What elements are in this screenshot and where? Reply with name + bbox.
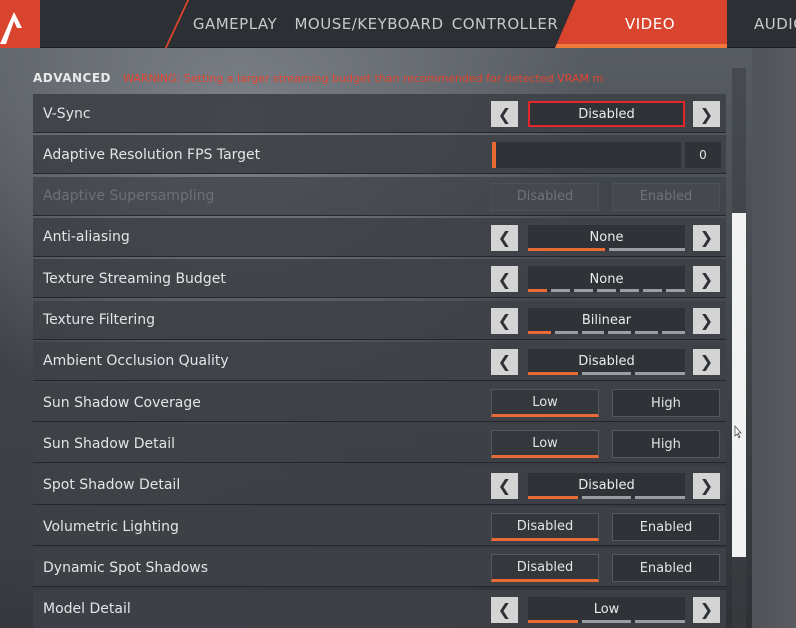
- setting-label: Ambient Occlusion Quality: [43, 353, 229, 370]
- tab-audio[interactable]: AUDIO: [740, 0, 796, 48]
- chevron-right-icon[interactable]: ❯: [693, 266, 720, 293]
- tab-video[interactable]: VIDEO: [555, 0, 727, 48]
- setting-label: Adaptive Supersampling: [43, 188, 215, 205]
- value-tick: [528, 371, 578, 375]
- option-disabled-button[interactable]: Disabled: [491, 554, 599, 583]
- value-tick: [620, 289, 639, 293]
- setting-row-adaptive-resolution-fps-target: Adaptive Resolution FPS Target 0: [33, 135, 726, 175]
- setting-row-volumetric-lighting: Volumetric Lighting Disabled Enabled: [33, 507, 726, 546]
- value-tick: [528, 247, 605, 251]
- setting-label: Adaptive Resolution FPS Target: [43, 146, 261, 163]
- setting-label: Model Detail: [43, 601, 131, 618]
- setting-row-dynamic-spot-shadows: Dynamic Spot Shadows Disabled Enabled: [33, 548, 726, 588]
- value-tick: [635, 330, 659, 334]
- value-tick: [581, 495, 632, 499]
- value-tick: [597, 289, 616, 293]
- value-tick: [608, 330, 632, 334]
- warning-text: WARNING: Setting a larger streaming budg…: [123, 71, 604, 85]
- section-header: ADVANCED WARNING: Setting a larger strea…: [33, 68, 726, 88]
- side-backdrop: [752, 48, 796, 628]
- mouse-cursor-icon: [734, 425, 742, 439]
- tab-mouse-keyboard[interactable]: MOUSE/KEYBOARD: [294, 0, 443, 48]
- value-tick: [528, 495, 578, 499]
- chevron-left-icon[interactable]: ❮: [491, 101, 518, 127]
- setting-label: Anti-aliasing: [43, 229, 130, 246]
- setting-label: Spot Shadow Detail: [43, 477, 181, 494]
- option-enabled-button[interactable]: Enabled: [612, 554, 720, 583]
- setting-row-texture-filtering: Texture Filtering ❮ Bilinear ❯: [33, 300, 726, 340]
- setting-row-v-sync: V-Sync ❮ Disabled ❯: [33, 94, 726, 133]
- value-tick: [666, 289, 685, 293]
- chevron-left-icon[interactable]: ❮: [491, 224, 518, 251]
- value-tick: [635, 619, 686, 623]
- setting-row-sun-shadow-detail: Sun Shadow Detail Low High: [33, 424, 726, 464]
- option-disabled-button[interactable]: Disabled: [491, 513, 599, 541]
- value-tick: [581, 371, 632, 375]
- settings-panel: ADVANCED WARNING: Setting a larger strea…: [33, 68, 726, 628]
- value-tick: [643, 289, 662, 293]
- value-ticks: [528, 247, 685, 251]
- value-tick: [528, 289, 547, 293]
- value-ticks: [528, 619, 686, 623]
- value-ticks: [528, 495, 686, 499]
- section-title: ADVANCED: [33, 71, 112, 85]
- setting-label: Volumetric Lighting: [43, 518, 179, 535]
- value-tick: [554, 330, 578, 334]
- setting-row-ambient-occlusion-quality: Ambient Occlusion Quality ❮ Disabled ❯: [33, 341, 726, 381]
- setting-label: Dynamic Spot Shadows: [43, 559, 209, 576]
- setting-row-sun-shadow-coverage: Sun Shadow Coverage Low High: [33, 383, 726, 423]
- setting-row-texture-streaming-budget: Texture Streaming Budget ❮ None ❯: [33, 259, 726, 299]
- chevron-right-icon[interactable]: ❯: [693, 348, 720, 375]
- setting-row-adaptive-supersampling: Adaptive Supersampling Disabled Enabled: [33, 176, 726, 216]
- value-tick: [662, 330, 685, 334]
- option-enabled-button: Enabled: [612, 182, 720, 211]
- chevron-left-icon[interactable]: ❮: [491, 472, 518, 499]
- value-tick: [581, 619, 632, 623]
- value-ticks: [528, 330, 685, 334]
- option-high-button[interactable]: High: [612, 389, 720, 418]
- setting-label: Texture Streaming Budget: [43, 270, 226, 287]
- chevron-right-icon[interactable]: ❯: [693, 307, 720, 334]
- option-disabled-button: Disabled: [491, 182, 599, 211]
- setting-row-anti-aliasing: Anti-aliasing ❮ None ❯: [33, 217, 726, 257]
- setting-label: V-Sync: [43, 105, 91, 122]
- chevron-right-icon[interactable]: ❯: [693, 596, 720, 623]
- option-low-button[interactable]: Low: [491, 430, 599, 459]
- value-tick: [608, 247, 685, 251]
- chevron-left-icon[interactable]: ❮: [491, 348, 518, 375]
- value-tick: [551, 289, 570, 293]
- value-tick: [581, 330, 605, 334]
- chevron-left-icon[interactable]: ❮: [491, 266, 518, 293]
- slider-fill: [492, 142, 496, 169]
- option-enabled-button[interactable]: Enabled: [612, 513, 720, 541]
- value-ticks: [528, 371, 686, 375]
- tab-gameplay[interactable]: GAMEPLAY: [180, 0, 290, 48]
- value-tick: [528, 330, 551, 334]
- apex-logo-icon[interactable]: [0, 0, 40, 48]
- setting-row-model-detail: Model Detail ❮ Low ❯: [33, 589, 726, 628]
- chevron-left-icon[interactable]: ❮: [491, 307, 518, 334]
- scrollbar-thumb[interactable]: [732, 213, 746, 557]
- setting-row-spot-shadow-detail: Spot Shadow Detail ❮ Disabled ❯: [33, 465, 726, 505]
- slider-value[interactable]: 0: [685, 142, 721, 169]
- option-low-button[interactable]: Low: [491, 389, 599, 418]
- chevron-right-icon[interactable]: ❯: [693, 224, 720, 251]
- value-tick: [635, 371, 686, 375]
- chevron-left-icon[interactable]: ❮: [491, 596, 518, 623]
- fps-target-slider[interactable]: [492, 142, 681, 169]
- value-tick: [635, 495, 686, 499]
- tab-controller[interactable]: CONTROLLER: [444, 0, 566, 48]
- value-tick: [574, 289, 593, 293]
- value-tick: [528, 619, 578, 623]
- chevron-right-icon[interactable]: ❯: [693, 101, 720, 127]
- top-navigation: GAMEPLAY MOUSE/KEYBOARD CONTROLLER VIDEO…: [0, 0, 796, 48]
- setting-label: Sun Shadow Coverage: [43, 394, 201, 411]
- setting-label: Sun Shadow Detail: [43, 435, 176, 452]
- option-high-button[interactable]: High: [612, 430, 720, 459]
- setting-value[interactable]: Disabled: [528, 101, 685, 127]
- setting-label: Texture Filtering: [43, 312, 156, 328]
- chevron-right-icon[interactable]: ❯: [693, 472, 720, 499]
- value-ticks: [528, 289, 685, 293]
